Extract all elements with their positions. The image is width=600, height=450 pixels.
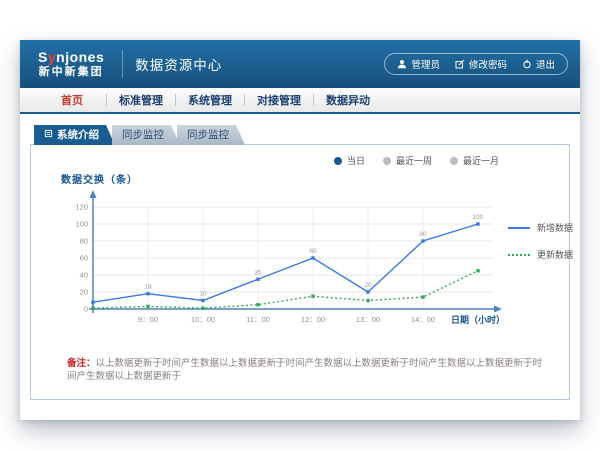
svg-text:11：00: 11：00 <box>246 315 270 324</box>
radio-selected-icon <box>334 157 342 165</box>
svg-text:9：00: 9：00 <box>138 315 158 324</box>
main-content: 系统介绍 同步监控 同步监控 当日 最近一周 <box>20 114 580 400</box>
footnote: 备注：以上数据更新于时间产生数据以上数据更新于时间产生数据以上数据更新于时间产生… <box>67 357 549 384</box>
line-chart: 0 20 40 60 80 100 120 9：00 10：00 11：00 12：00 13：00 1… <box>53 185 508 337</box>
change-password-label: 修改密码 <box>469 57 507 71</box>
legend-label: 更新数据 <box>537 248 573 261</box>
main-nav: 首页 标准管理 系统管理 对接管理 数据异动 <box>20 88 580 114</box>
app-title: 数据资源中心 <box>135 54 222 74</box>
edit-icon <box>455 59 465 69</box>
app-header: Synjones 新中新集团 数据资源中心 管理员 修改密码 <box>20 40 580 88</box>
admin-user-button[interactable]: 管理员 <box>397 57 440 71</box>
nav-item-home[interactable]: 首页 <box>38 92 106 108</box>
logout-label: 退出 <box>536 57 555 71</box>
radio-label: 最近一周 <box>396 154 432 167</box>
radio-unselected-icon <box>383 157 391 165</box>
time-range-filter: 当日 最近一周 最近一月 <box>334 154 499 167</box>
svg-text:10: 10 <box>199 291 207 298</box>
logo-text: njones <box>56 49 104 65</box>
logout-button[interactable]: 退出 <box>522 57 555 71</box>
user-icon <box>397 59 407 69</box>
svg-text:60: 60 <box>309 248 317 255</box>
svg-text:100: 100 <box>75 220 88 229</box>
svg-text:13：00: 13：00 <box>356 315 380 324</box>
tab-system-intro[interactable]: 系统介绍 <box>34 125 115 145</box>
header-divider <box>122 50 123 78</box>
logo-text: S <box>38 49 48 65</box>
legend-new-data[interactable]: 新增数据 <box>508 221 590 234</box>
radio-label: 当日 <box>347 154 365 167</box>
svg-text:12：00: 12：00 <box>301 315 325 324</box>
svg-text:60: 60 <box>80 254 88 263</box>
svg-text:20: 20 <box>364 282 372 289</box>
nav-item-interface-mgmt[interactable]: 对接管理 <box>245 92 313 108</box>
tab-sync-monitor-2[interactable]: 同步监控 <box>177 125 245 145</box>
radio-unselected-icon <box>450 157 458 165</box>
y-axis-title: 数据交换（条） <box>61 171 138 186</box>
tab-bar: 系统介绍 同步监控 同步监控 <box>34 125 570 145</box>
svg-text:18: 18 <box>144 284 152 291</box>
footnote-body: 以上数据更新于时间产生数据以上数据更新于时间产生数据以上数据更新于时间产生数据以… <box>67 358 542 382</box>
svg-text:80: 80 <box>419 231 427 238</box>
app-window: Synjones 新中新集团 数据资源中心 管理员 修改密码 <box>20 40 580 420</box>
document-icon <box>44 125 53 145</box>
tab-label: 系统介绍 <box>57 125 99 145</box>
change-password-button[interactable]: 修改密码 <box>455 57 507 71</box>
radio-last-week[interactable]: 最近一周 <box>383 154 432 167</box>
brand-logo: Synjones 新中新集团 <box>32 50 110 77</box>
svg-text:80: 80 <box>80 237 88 246</box>
svg-text:14：00: 14：00 <box>411 315 435 324</box>
svg-text:35: 35 <box>254 269 262 276</box>
chart-legend: 新增数据 更新数据 <box>508 221 590 337</box>
user-actions: 管理员 修改密码 退出 <box>384 53 568 75</box>
footnote-prefix: 备注： <box>67 358 96 369</box>
chart-panel: 当日 最近一周 最近一月 数据交换（条） 0 20 40 60 80 100 120 9：00… <box>30 144 570 400</box>
svg-text:0: 0 <box>84 305 88 314</box>
chart-area: 0 20 40 60 80 100 120 9：00 10：00 11：00 12：00 13：00 1… <box>53 185 590 337</box>
power-icon <box>522 59 532 69</box>
nav-item-standard-mgmt[interactable]: 标准管理 <box>107 92 175 108</box>
logo-accent: y <box>48 49 56 65</box>
brand-logo-en: Synjones <box>38 50 104 65</box>
legend-label: 新增数据 <box>537 221 573 234</box>
svg-text:100: 100 <box>473 214 484 221</box>
page: Synjones 新中新集团 数据资源中心 管理员 修改密码 <box>0 0 600 450</box>
radio-today[interactable]: 当日 <box>334 154 365 167</box>
admin-user-label: 管理员 <box>411 57 440 71</box>
nav-item-data-change[interactable]: 数据异动 <box>314 92 382 108</box>
radio-last-month[interactable]: 最近一月 <box>450 154 499 167</box>
tab-label: 同步监控 <box>187 125 229 145</box>
brand-logo-cn: 新中新集团 <box>38 66 104 78</box>
blue-line-swatch-icon <box>508 227 530 229</box>
svg-text:20: 20 <box>80 288 88 297</box>
svg-text:40: 40 <box>80 271 88 280</box>
tab-label: 同步监控 <box>122 125 164 145</box>
svg-text:日期（小时）: 日期（小时） <box>451 314 505 325</box>
svg-text:10：00: 10：00 <box>191 315 215 324</box>
nav-item-system-mgmt[interactable]: 系统管理 <box>176 92 244 108</box>
green-dotted-swatch-icon <box>508 254 530 256</box>
svg-text:120: 120 <box>75 203 88 212</box>
tab-sync-monitor-1[interactable]: 同步监控 <box>112 125 180 145</box>
radio-label: 最近一月 <box>463 154 499 167</box>
legend-updated-data[interactable]: 更新数据 <box>508 248 590 261</box>
